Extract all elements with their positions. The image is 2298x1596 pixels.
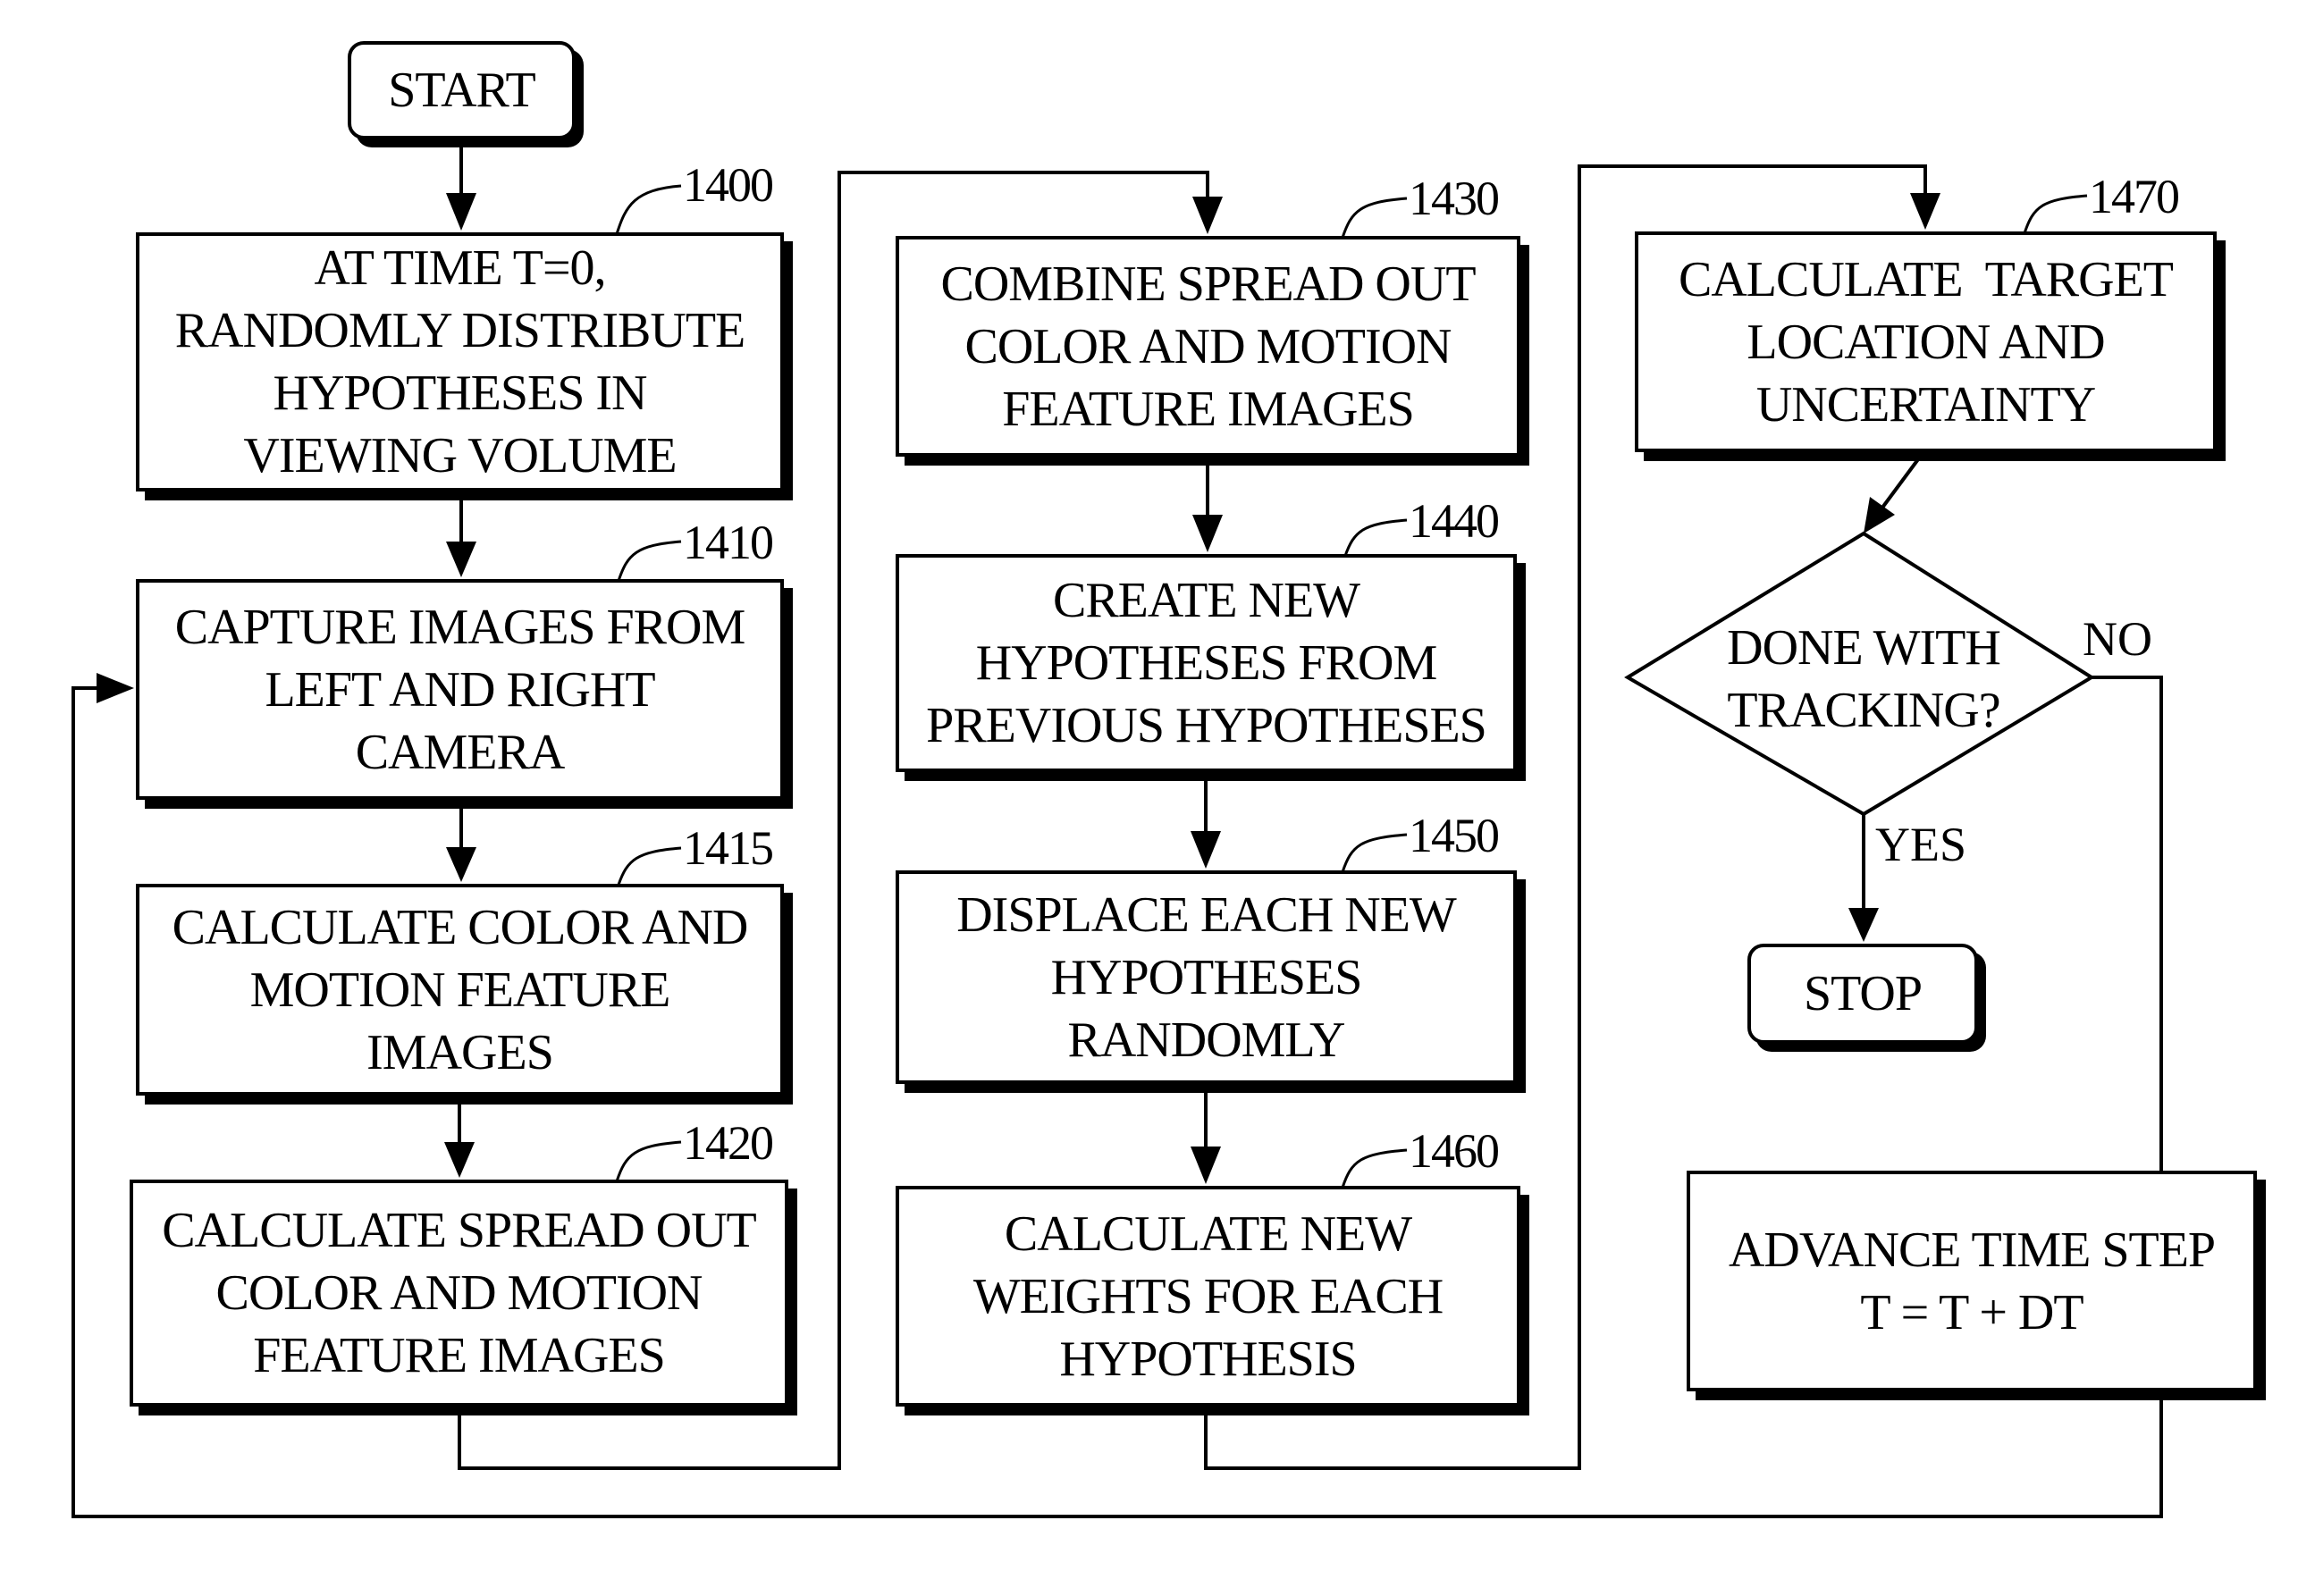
step-line: MOTION FEATURE — [249, 962, 671, 1018]
ref-number-1410: 1410 — [683, 516, 774, 569]
step-line: CAPTURE IMAGES FROM — [174, 599, 746, 655]
step-line: COMBINE SPREAD OUT — [940, 256, 1476, 312]
arrowhead — [1864, 497, 1895, 533]
step-line: CALCULATE COLOR AND — [172, 899, 749, 955]
step-line: CALCULATE TARGET — [1678, 251, 2174, 307]
ref-leader-1410 — [617, 540, 682, 582]
arrowhead — [446, 193, 476, 231]
ref-leader-1460 — [1341, 1148, 1408, 1189]
arrowhead — [444, 1142, 475, 1178]
advance-line: ADVANCE TIME STEP — [1728, 1222, 2216, 1278]
step-1440-box: CREATE NEW HYPOTHESES FROM PREVIOUS HYPO… — [896, 554, 1517, 772]
step-line: FEATURE IMAGES — [1002, 381, 1414, 437]
step-1450-box: DISPLACE EACH NEW HYPOTHESES RANDOMLY — [896, 870, 1517, 1084]
ref-number-1400: 1400 — [683, 158, 774, 212]
step-1460-box: CALCULATE NEW WEIGHTS FOR EACH HYPOTHESI… — [896, 1186, 1520, 1407]
no-label: NO — [2083, 612, 2152, 666]
step-1470-box: CALCULATE TARGET LOCATION AND UNCERTAINT… — [1635, 231, 2217, 452]
ref-leader-1400 — [615, 184, 682, 235]
arrowhead — [1191, 1147, 1221, 1184]
step-line: HYPOTHESES FROM — [975, 635, 1438, 691]
ref-number-1430: 1430 — [1409, 172, 1500, 225]
step-1420-box: CALCULATE SPREAD OUT COLOR AND MOTION FE… — [130, 1180, 788, 1407]
start-label: START — [388, 63, 536, 118]
yes-label: YES — [1875, 818, 1967, 871]
step-line: RANDOMLY DISTRIBUTE — [174, 303, 746, 358]
step-line: PREVIOUS HYPOTHESES — [926, 698, 1487, 753]
step-line: DISPLACE EACH NEW — [956, 886, 1457, 943]
step-line: FEATURE IMAGES — [253, 1328, 665, 1383]
step-1430-box: COMBINE SPREAD OUT COLOR AND MOTION FEAT… — [896, 236, 1520, 457]
step-line: VIEWING VOLUME — [243, 428, 677, 483]
arrowhead — [1848, 908, 1879, 942]
line-no-to-advance — [2092, 676, 2163, 1171]
arrowhead — [97, 673, 134, 703]
step-1415-box: CALCULATE COLOR AND MOTION FEATURE IMAGE… — [136, 884, 784, 1096]
flowchart-canvas: START AT TIME T=0, RANDOMLY DISTRIBUTE H… — [0, 0, 2298, 1596]
step-line: HYPOTHESIS — [1059, 1331, 1357, 1387]
arrowhead — [1191, 831, 1221, 869]
step-line: COLOR AND MOTION — [964, 318, 1452, 374]
step-line: RANDOMLY — [1067, 1012, 1346, 1068]
step-line: CALCULATE NEW — [1004, 1205, 1412, 1262]
step-line: LOCATION AND — [1747, 314, 2105, 370]
arrow-1470-to-decision — [1881, 458, 1920, 509]
step-line: IMAGES — [366, 1024, 554, 1080]
decision-line: TRACKING? — [1727, 683, 2000, 738]
stop-terminal: STOP — [1747, 944, 1978, 1044]
step-1410-box: CAPTURE IMAGES FROM LEFT AND RIGHT CAMER… — [136, 579, 784, 800]
ref-leader-1415 — [617, 846, 682, 886]
ref-leader-1430 — [1341, 197, 1408, 239]
step-line: CALCULATE SPREAD OUT — [162, 1203, 756, 1258]
step-line: HYPOTHESES — [1050, 949, 1363, 1005]
ref-number-1460: 1460 — [1409, 1124, 1500, 1178]
step-line: LEFT AND RIGHT — [265, 661, 655, 718]
advance-time-step-box: ADVANCE TIME STEP T = T + DT — [1687, 1171, 2257, 1391]
stop-label: STOP — [1804, 966, 1923, 1021]
step-line: COLOR AND MOTION — [215, 1265, 703, 1321]
step-1400-box: AT TIME T=0, RANDOMLY DISTRIBUTE HYPOTHE… — [136, 232, 784, 491]
ref-leader-1470 — [2023, 194, 2088, 234]
ref-leader-1420 — [615, 1140, 682, 1182]
arrowhead — [446, 542, 476, 577]
arrowhead — [1192, 515, 1223, 552]
step-line: CREATE NEW — [1052, 573, 1360, 628]
step-line: HYPOTHESES IN — [273, 365, 648, 421]
ref-leader-1450 — [1341, 833, 1408, 873]
arrowhead — [1192, 197, 1223, 234]
step-line: WEIGHTS FOR EACH — [972, 1268, 1444, 1324]
decision-label: DONE WITH TRACKING? — [1685, 617, 2042, 742]
ref-number-1415: 1415 — [683, 821, 774, 875]
start-terminal: START — [348, 41, 576, 139]
step-line: UNCERTAINTY — [1755, 376, 2096, 433]
step-line: CAMERA — [355, 724, 566, 780]
arrowhead — [1910, 193, 1940, 230]
ref-leader-1440 — [1343, 518, 1408, 557]
advance-line: T = T + DT — [1860, 1284, 2083, 1340]
ref-number-1440: 1440 — [1409, 494, 1500, 548]
ref-number-1420: 1420 — [683, 1116, 774, 1170]
ref-number-1470: 1470 — [2089, 170, 2180, 223]
arrowhead — [446, 847, 476, 882]
step-line: AT TIME T=0, — [314, 240, 606, 296]
ref-number-1450: 1450 — [1409, 809, 1500, 862]
decision-line: DONE WITH — [1727, 620, 2001, 676]
